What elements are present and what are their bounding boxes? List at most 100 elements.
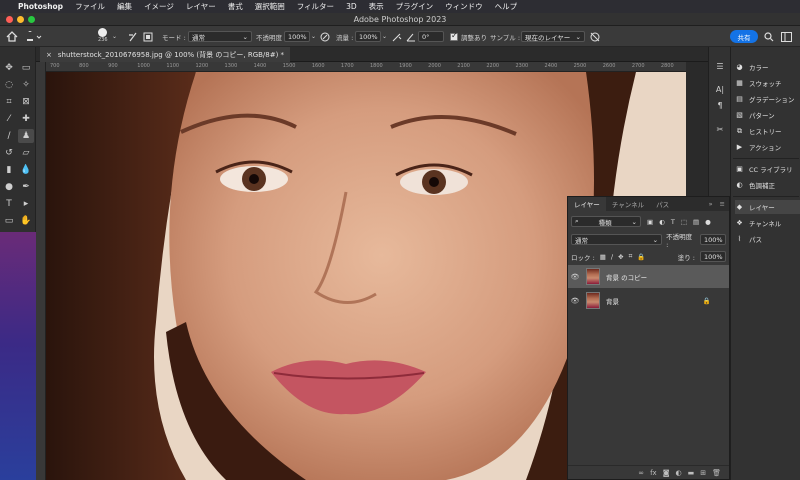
visibility-eye-icon[interactable]: 👁 [568, 297, 582, 305]
eraser-icon[interactable]: ▱ [18, 146, 34, 160]
panel-item-layers[interactable]: ◆ レイヤー [735, 200, 800, 214]
new-layer-icon[interactable]: ⊞ [700, 469, 706, 477]
chevron-down-icon[interactable]: ⌄ [382, 30, 387, 43]
frame-tool-icon[interactable]: ⊠ [18, 95, 34, 109]
mode-select[interactable]: 通常 ⌄ [188, 31, 252, 42]
lasso-tool-icon[interactable]: ◌ [1, 78, 17, 92]
lock-icon[interactable]: 🔒 [703, 297, 711, 305]
workspace-icon[interactable] [781, 30, 792, 43]
panel-item-swatches[interactable]: ▦ スウォッチ [735, 76, 800, 90]
character-icon[interactable]: A| [712, 82, 728, 96]
lock-position-icon[interactable]: ✥ [618, 253, 623, 261]
brush-settings-icon[interactable] [128, 30, 138, 43]
rectangle-tool-icon[interactable]: ▭ [1, 214, 17, 228]
panel-item-adjustments[interactable]: ◐ 色調補正 [735, 178, 800, 192]
menu-item[interactable]: フィルター [297, 1, 334, 12]
filter-adjustment-icon[interactable]: ◐ [659, 218, 665, 226]
path-selection-icon[interactable]: ▸ [18, 197, 34, 211]
dodge-tool-icon[interactable]: ● [1, 180, 17, 194]
menu-item[interactable]: プラグイン [396, 1, 434, 12]
collapse-icon[interactable]: » [706, 197, 716, 211]
document-tab[interactable]: × shutterstock_2010676958.jpg @ 100% (背景… [40, 47, 291, 62]
menu-item[interactable]: レイヤー [186, 1, 216, 12]
aligned-checkbox[interactable] [450, 31, 458, 41]
filter-pixel-icon[interactable]: ▣ [647, 218, 653, 226]
filter-shape-icon[interactable]: ⬚ [681, 218, 687, 226]
home-icon[interactable] [6, 30, 18, 43]
layer-filter-select[interactable]: ⌕ 種類 ⌄ [571, 216, 641, 227]
type-tool-icon[interactable]: T [1, 197, 17, 211]
flow-input[interactable]: 100% [355, 31, 381, 42]
opacity-input[interactable]: 100% [284, 31, 310, 42]
brush-preset-picker[interactable]: 236 [98, 28, 108, 45]
crop-tool-icon[interactable]: ⌗ [1, 95, 17, 109]
lock-pixels-icon[interactable]: ∕ [611, 253, 613, 261]
layer-style-icon[interactable]: fx [650, 469, 657, 477]
share-button[interactable]: 共有 [730, 30, 758, 43]
menu-item[interactable]: 表示 [369, 1, 384, 12]
tab-layers[interactable]: レイヤー [568, 197, 606, 211]
paragraph-icon[interactable]: ¶ [712, 98, 728, 112]
panel-item-patterns[interactable]: ▧ パターン [735, 108, 800, 122]
app-menu[interactable]: Photoshop [18, 2, 63, 11]
pressure-opacity-icon[interactable] [320, 30, 330, 43]
adjustment-layer-icon[interactable]: ◐ [676, 469, 682, 477]
airbrush-icon[interactable] [392, 30, 402, 43]
delete-layer-icon[interactable]: 🗑 [712, 469, 721, 477]
history-brush-icon[interactable]: ↺ [1, 146, 17, 160]
tools-icon[interactable]: ✂ [712, 122, 728, 136]
move-tool-icon[interactable]: ✥ [1, 61, 17, 75]
menu-item[interactable]: 編集 [117, 1, 132, 12]
panel-item-color[interactable]: ◕ カラー [735, 60, 800, 74]
panel-item-channels[interactable]: ❖ チャンネル [735, 216, 800, 230]
panel-item-history[interactable]: ⧉ ヒストリー [735, 124, 800, 138]
clone-stamp-icon[interactable]: ♟ [18, 129, 34, 143]
panel-item-cc-libraries[interactable]: ▣ CC ライブラリ [735, 162, 800, 176]
menu-item[interactable]: 3D [346, 2, 357, 11]
panel-item-actions[interactable]: ▶ アクション [735, 140, 800, 154]
clone-stamp-tool-icon[interactable] [26, 30, 42, 43]
sample-select[interactable]: 現在のレイヤー ⌄ [521, 31, 585, 42]
close-tab-icon[interactable]: × [46, 51, 52, 59]
menu-item[interactable]: 書式 [228, 1, 243, 12]
menu-item[interactable]: ヘルプ [495, 1, 518, 12]
filter-type-icon[interactable]: T [671, 218, 675, 226]
menu-item[interactable]: ウィンドウ [445, 1, 483, 12]
layer-opacity-input[interactable]: 100% [700, 234, 726, 245]
menu-item[interactable]: 選択範囲 [255, 1, 285, 12]
panel-item-paths[interactable]: ⌇ パス [735, 232, 800, 246]
lock-all-icon[interactable]: 🔒 [637, 253, 645, 261]
pen-tool-icon[interactable]: ✒ [18, 180, 34, 194]
properties-icon[interactable]: ☰ [712, 59, 728, 73]
artboard-tool-icon[interactable]: ▭ [18, 61, 34, 75]
chevron-down-icon[interactable]: ⌄ [311, 30, 316, 43]
layer-row[interactable]: 👁 背景 のコピー [568, 265, 729, 288]
clone-source-icon[interactable] [143, 30, 153, 43]
fill-input[interactable]: 100% [700, 251, 726, 262]
blend-mode-select[interactable]: 通常 ⌄ [571, 234, 663, 245]
link-layers-icon[interactable]: ∞ [638, 469, 644, 477]
menu-item[interactable]: ファイル [75, 1, 105, 12]
angle-input[interactable]: 0° [418, 31, 444, 42]
healing-brush-icon[interactable]: ✚ [18, 112, 34, 126]
layer-row[interactable]: 👁 背景 🔒 [568, 289, 729, 312]
gradient-tool-icon[interactable]: ▮ [1, 163, 17, 177]
filter-smart-object-icon[interactable]: ▤ [693, 218, 699, 226]
add-mask-icon[interactable]: ◙ [663, 469, 670, 477]
hand-tool-icon[interactable]: ✋ [18, 214, 34, 228]
tab-paths[interactable]: パス [650, 197, 675, 211]
visibility-eye-icon[interactable]: 👁 [568, 273, 582, 281]
lock-artboard-icon[interactable]: ⌗ [629, 252, 633, 261]
panel-item-gradients[interactable]: ▤ グラデーション [735, 92, 800, 106]
eyedropper-icon[interactable]: ⁄ [1, 112, 17, 126]
search-icon[interactable] [764, 30, 774, 43]
blur-tool-icon[interactable]: 💧 [18, 163, 34, 177]
panel-menu-icon[interactable]: ≡ [716, 197, 729, 211]
magic-wand-icon[interactable]: ✧ [18, 78, 34, 92]
filter-toggle-icon[interactable]: ● [705, 218, 711, 226]
chevron-down-icon[interactable]: ⌄ [112, 30, 117, 43]
ignore-adjustment-layers-icon[interactable] [590, 30, 600, 43]
tab-channels[interactable]: チャンネル [606, 197, 650, 211]
brush-tool-icon[interactable]: ∕ [1, 129, 17, 143]
new-group-icon[interactable]: ▬ [688, 469, 695, 477]
